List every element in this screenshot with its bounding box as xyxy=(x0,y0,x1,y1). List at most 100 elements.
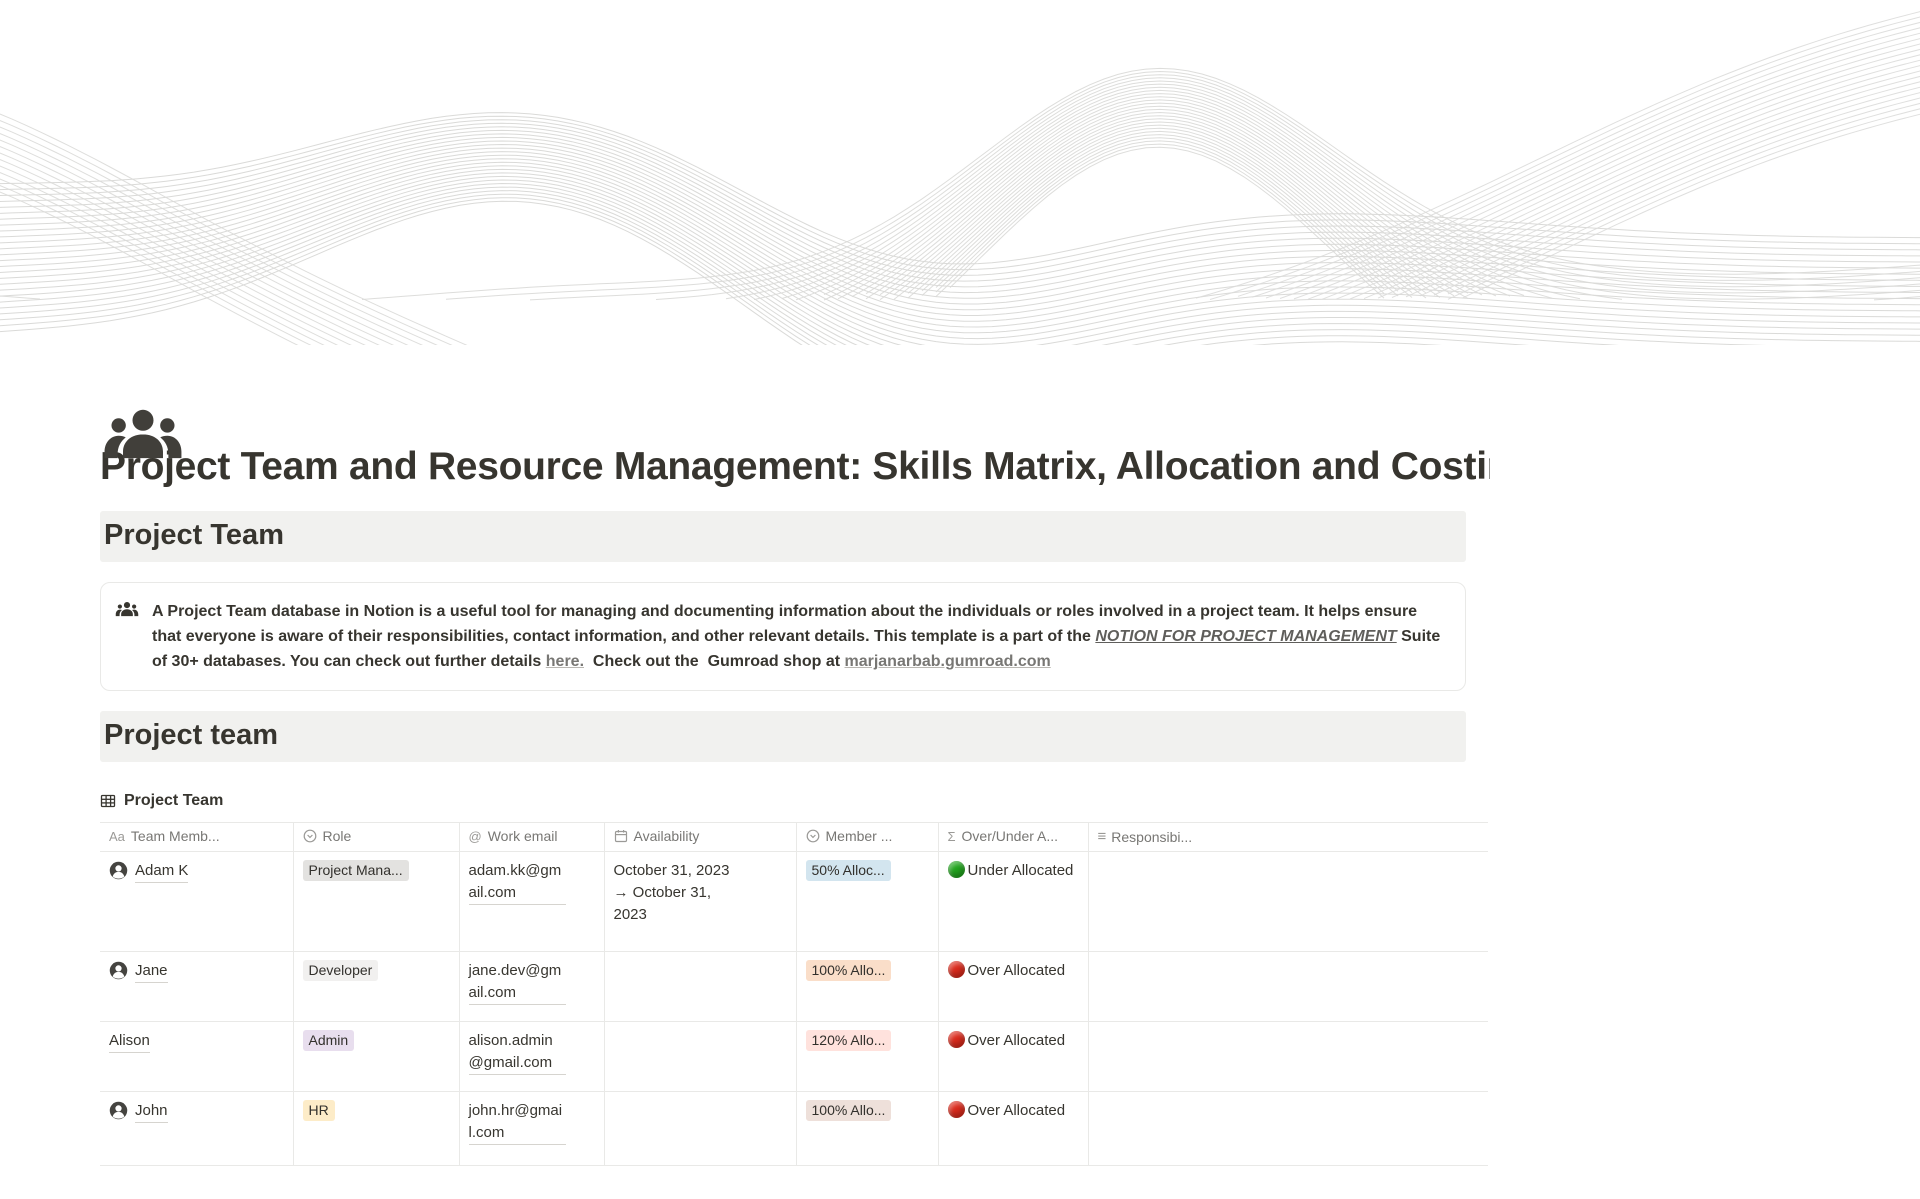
column-label: Availability xyxy=(634,828,700,844)
status: Over Allocated xyxy=(948,960,1075,982)
status-dot-green xyxy=(948,861,965,878)
status-label: Over Allocated xyxy=(968,1032,1066,1049)
callout-text-part3: Check out the Gumroad shop at xyxy=(584,653,844,670)
email-link[interactable]: alison.admin@gmail.com xyxy=(469,1030,566,1075)
date-range: October 31, 2023 → October 31, 2023 xyxy=(614,860,738,926)
email-property-icon: @ xyxy=(469,829,482,844)
column-header-over-under-allocated[interactable]: ΣOver/Under A... xyxy=(938,823,1088,852)
cell-availability[interactable] xyxy=(604,1092,796,1166)
email-link[interactable]: adam.kk@gmail.com xyxy=(469,860,566,905)
status: Under Allocated xyxy=(948,860,1075,882)
column-label: Member ... xyxy=(826,828,893,844)
cell-member-allocation[interactable]: 120% Allo... xyxy=(796,1022,938,1092)
cell-team-member[interactable]: Jane xyxy=(100,952,293,1022)
cell-over-under-allocated[interactable]: Over Allocated xyxy=(938,1022,1088,1092)
column-header-work-email[interactable]: @ Work email xyxy=(459,823,604,852)
people-group-icon xyxy=(102,403,184,485)
cell-work-email[interactable]: alison.admin@gmail.com xyxy=(459,1022,604,1092)
role-tag: Project Mana... xyxy=(303,860,409,881)
role-tag: HR xyxy=(303,1100,335,1121)
callout-people-icon xyxy=(115,600,139,624)
column-header-team-member[interactable]: AaTeam Memb... xyxy=(100,823,293,852)
allocation-tag: 100% Allo... xyxy=(806,960,892,981)
table-row: Adam K Project Mana... adam.kk@gmail.com… xyxy=(100,852,1488,952)
cell-availability[interactable] xyxy=(604,952,796,1022)
cell-responsibilities[interactable] xyxy=(1088,1022,1488,1092)
status-dot-red xyxy=(948,1031,965,1048)
column-label: Work email xyxy=(488,828,558,844)
cell-responsibilities[interactable] xyxy=(1088,852,1488,952)
callout-text: A Project Team database in Notion is a u… xyxy=(152,599,1442,674)
email-link[interactable]: john.hr@gmail.com xyxy=(469,1100,566,1145)
member-name-link[interactable]: Adam K xyxy=(135,860,188,883)
text-property-icon: ≡ xyxy=(1098,828,1106,845)
title-property-icon: Aa xyxy=(109,829,125,844)
column-header-role[interactable]: Role xyxy=(293,823,459,852)
person-avatar-icon xyxy=(109,1101,128,1120)
cell-team-member[interactable]: John xyxy=(100,1092,293,1166)
allocation-tag: 50% Alloc... xyxy=(806,860,891,881)
status: Over Allocated xyxy=(948,1030,1075,1052)
table-grid-icon xyxy=(100,793,116,809)
column-header-member-allocation[interactable]: Member ... xyxy=(796,823,938,852)
allocation-tag: 100% Allo... xyxy=(806,1100,892,1121)
cell-availability[interactable]: October 31, 2023 → October 31, 2023 xyxy=(604,852,796,952)
notion-for-project-management-link[interactable]: NOTION FOR PROJECT MANAGEMENT xyxy=(1095,628,1396,645)
status-label: Over Allocated xyxy=(968,962,1066,979)
cell-role[interactable]: Developer xyxy=(293,952,459,1022)
member-name-link[interactable]: Jane xyxy=(135,960,168,983)
status: Over Allocated xyxy=(948,1100,1075,1122)
cell-team-member[interactable]: Alison xyxy=(100,1022,293,1092)
role-tag: Admin xyxy=(303,1030,355,1051)
table-header-row: AaTeam Memb... Role @ Work email Availabi… xyxy=(100,823,1488,852)
status-dot-red xyxy=(948,961,965,978)
cell-work-email[interactable]: jane.dev@gmail.com xyxy=(459,952,604,1022)
select-property-icon xyxy=(806,829,820,843)
cell-over-under-allocated[interactable]: Over Allocated xyxy=(938,1092,1088,1166)
role-tag: Developer xyxy=(303,960,379,981)
column-label: Role xyxy=(323,828,352,844)
person-avatar-icon xyxy=(109,861,128,880)
status-dot-red xyxy=(948,1101,965,1118)
status-label: Under Allocated xyxy=(968,862,1074,879)
gumroad-link[interactable]: marjanarbab.gumroad.com xyxy=(844,653,1050,670)
allocation-tag: 120% Allo... xyxy=(806,1030,892,1051)
here-link[interactable]: here. xyxy=(546,653,584,670)
cell-responsibilities[interactable] xyxy=(1088,952,1488,1022)
column-label: Responsibi... xyxy=(1111,829,1192,845)
collection-title-label: Project Team xyxy=(124,792,223,810)
wave-pattern-graphic xyxy=(0,0,1920,345)
cell-responsibilities[interactable] xyxy=(1088,1092,1488,1166)
member-name-link[interactable]: Alison xyxy=(109,1030,150,1053)
cell-member-allocation[interactable]: 100% Allo... xyxy=(796,952,938,1022)
cell-role[interactable]: HR xyxy=(293,1092,459,1166)
cell-availability[interactable] xyxy=(604,1022,796,1092)
callout: A Project Team database in Notion is a u… xyxy=(100,582,1466,691)
cell-work-email[interactable]: adam.kk@gmail.com xyxy=(459,852,604,952)
table-row: Jane Developer jane.dev@gmail.com 100% A… xyxy=(100,952,1488,1022)
heading-project-team-lower: Project team xyxy=(100,711,1466,762)
date-property-icon xyxy=(614,829,628,843)
cell-role[interactable]: Admin xyxy=(293,1022,459,1092)
cell-over-under-allocated[interactable]: Under Allocated xyxy=(938,852,1088,952)
select-property-icon xyxy=(303,829,317,843)
cell-team-member[interactable]: Adam K xyxy=(100,852,293,952)
cell-over-under-allocated[interactable]: Over Allocated xyxy=(938,952,1088,1022)
person-avatar-icon xyxy=(109,961,128,980)
page-icon-people-group[interactable] xyxy=(102,403,184,485)
status-label: Over Allocated xyxy=(968,1102,1066,1119)
collection-title-link[interactable]: Project Team xyxy=(100,792,223,810)
column-label: Over/Under A... xyxy=(962,828,1058,844)
cell-member-allocation[interactable]: 50% Alloc... xyxy=(796,852,938,952)
table-row: Alison Admin alison.admin@gmail.com 120%… xyxy=(100,1022,1488,1092)
cell-work-email[interactable]: john.hr@gmail.com xyxy=(459,1092,604,1166)
column-header-responsibilities[interactable]: ≡ Responsibi... xyxy=(1088,823,1488,852)
cell-role[interactable]: Project Mana... xyxy=(293,852,459,952)
email-link[interactable]: jane.dev@gmail.com xyxy=(469,960,566,1005)
column-header-availability[interactable]: Availability xyxy=(604,823,796,852)
cell-member-allocation[interactable]: 100% Allo... xyxy=(796,1092,938,1166)
member-name-link[interactable]: John xyxy=(135,1100,168,1123)
project-team-table: AaTeam Memb... Role @ Work email Availabi… xyxy=(100,822,1488,1166)
page-title: Project Team and Resource Management: Sk… xyxy=(100,445,1490,489)
heading-project-team: Project Team xyxy=(100,511,1466,562)
